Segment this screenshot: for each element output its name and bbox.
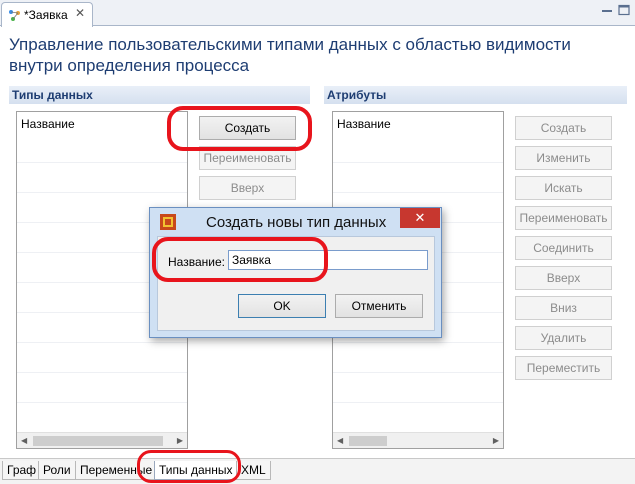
move-down-attribute-button[interactable]: Вниз xyxy=(515,296,612,320)
create-type-dialog: Создать новы тип данных ✕ Название: OK О… xyxy=(149,207,442,338)
tab-xml[interactable]: XML xyxy=(236,461,271,480)
minimize-icon[interactable] xyxy=(600,4,614,16)
editor-tab-strip xyxy=(0,0,635,26)
process-diagram-icon xyxy=(9,10,20,21)
scroll-left-icon[interactable]: ◀ xyxy=(21,436,27,445)
attributes-horizontal-scrollbar[interactable]: ◀ ▶ xyxy=(333,432,503,448)
close-icon[interactable]: ✕ xyxy=(400,208,440,228)
close-icon[interactable]: ✕ xyxy=(75,6,85,20)
app-icon xyxy=(160,214,176,230)
attributes-section-header: Атрибуты xyxy=(324,86,627,104)
scrollbar-thumb[interactable] xyxy=(349,436,387,446)
editor-tab[interactable]: *Заявка ✕ xyxy=(1,2,93,27)
scroll-right-icon[interactable]: ▶ xyxy=(177,436,183,445)
scroll-right-icon[interactable]: ▶ xyxy=(493,436,499,445)
move-attribute-button[interactable]: Переместить xyxy=(515,356,612,380)
scroll-left-icon[interactable]: ◀ xyxy=(337,436,343,445)
types-horizontal-scrollbar[interactable]: ◀ ▶ xyxy=(17,432,187,448)
ok-button[interactable]: OK xyxy=(238,294,326,318)
tab-roles[interactable]: Роли xyxy=(38,461,76,480)
edit-attribute-button[interactable]: Изменить xyxy=(515,146,612,170)
create-attribute-button[interactable]: Создать xyxy=(515,116,612,140)
tab-data-types[interactable]: Типы данных xyxy=(154,461,238,480)
rename-type-button[interactable]: Переименовать xyxy=(199,146,296,170)
scrollbar-thumb[interactable] xyxy=(33,436,163,446)
attributes-column-header: Название xyxy=(337,117,391,131)
dialog-body: Название: OK Отменить xyxy=(157,236,435,331)
delete-attribute-button[interactable]: Удалить xyxy=(515,326,612,350)
rename-attribute-button[interactable]: Переименовать xyxy=(515,206,612,230)
move-up-type-button[interactable]: Вверх xyxy=(199,176,296,200)
tab-graph[interactable]: Граф xyxy=(2,461,42,480)
search-attribute-button[interactable]: Искать xyxy=(515,176,612,200)
page-title: Управление пользовательскими типами данн… xyxy=(9,35,571,75)
tab-variables[interactable]: Переменные xyxy=(75,461,158,480)
join-attribute-button[interactable]: Соединить xyxy=(515,236,612,260)
maximize-icon[interactable] xyxy=(617,4,631,16)
types-section-header: Типы данных xyxy=(9,86,310,104)
types-column-header: Название xyxy=(21,117,75,131)
move-up-attribute-button[interactable]: Вверх xyxy=(515,266,612,290)
name-input[interactable] xyxy=(228,250,428,270)
editor-tab-title: *Заявка xyxy=(24,8,68,22)
cancel-button[interactable]: Отменить xyxy=(335,294,423,318)
name-label: Название: xyxy=(168,255,225,269)
dialog-title: Создать новы тип данных xyxy=(206,214,387,231)
create-type-button[interactable]: Создать xyxy=(199,116,296,140)
